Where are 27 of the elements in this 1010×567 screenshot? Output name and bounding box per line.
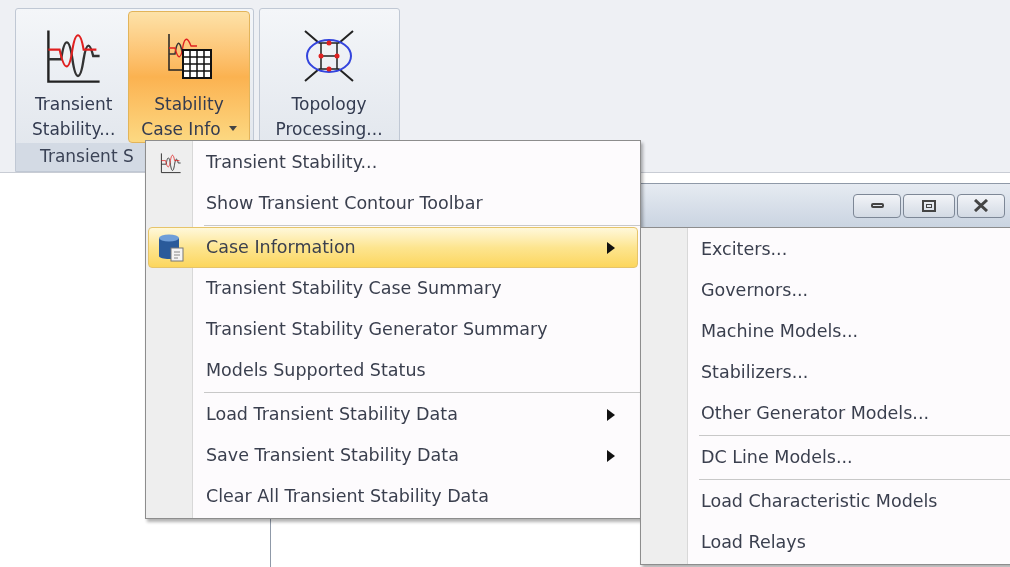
menu-item[interactable]: Clear All Transient Stability Data — [148, 476, 638, 517]
menu-item[interactable]: Load Relays — [643, 522, 1010, 563]
menu-item[interactable]: Stabilizers... — [643, 352, 1010, 393]
menu-item[interactable]: Models Supported Status — [148, 350, 638, 391]
menu-item[interactable]: DC Line Models... — [643, 437, 1010, 478]
menu-item[interactable]: Transient Stability Generator Summary — [148, 309, 638, 350]
menu-item[interactable]: Load Characteristic Models — [643, 481, 1010, 522]
ribbon-button[interactable]: Transient Stability... — [19, 11, 129, 143]
ribbon-button[interactable]: Stability Case Info — [128, 11, 250, 143]
menu-item[interactable]: Show Transient Contour Toolbar — [148, 183, 638, 224]
database-icon — [157, 232, 185, 263]
menu-item[interactable]: Governors... — [643, 270, 1010, 311]
menu-item[interactable]: Case Information — [148, 227, 638, 268]
waveform-chart-icon — [159, 150, 183, 175]
close-icon — [973, 199, 989, 212]
menu-item[interactable]: Save Transient Stability Data — [148, 435, 638, 476]
menu-item[interactable]: Exciters... — [643, 229, 1010, 270]
group-label: Transient S — [40, 145, 134, 169]
close-button[interactable] — [957, 193, 1005, 218]
menu-item[interactable]: Transient Stability... — [148, 142, 638, 183]
menu-item[interactable]: Machine Models... — [643, 311, 1010, 352]
menu-item[interactable]: Other Generator Models... — [643, 393, 1010, 434]
ribbon-button[interactable]: Topology Processing... — [262, 11, 396, 143]
maximize-button[interactable] — [903, 193, 955, 218]
menu-item[interactable]: Transient Stability Case Summary — [148, 268, 638, 309]
minimize-button[interactable] — [853, 193, 901, 218]
menu-item[interactable]: Load Transient Stability Data — [148, 394, 638, 435]
